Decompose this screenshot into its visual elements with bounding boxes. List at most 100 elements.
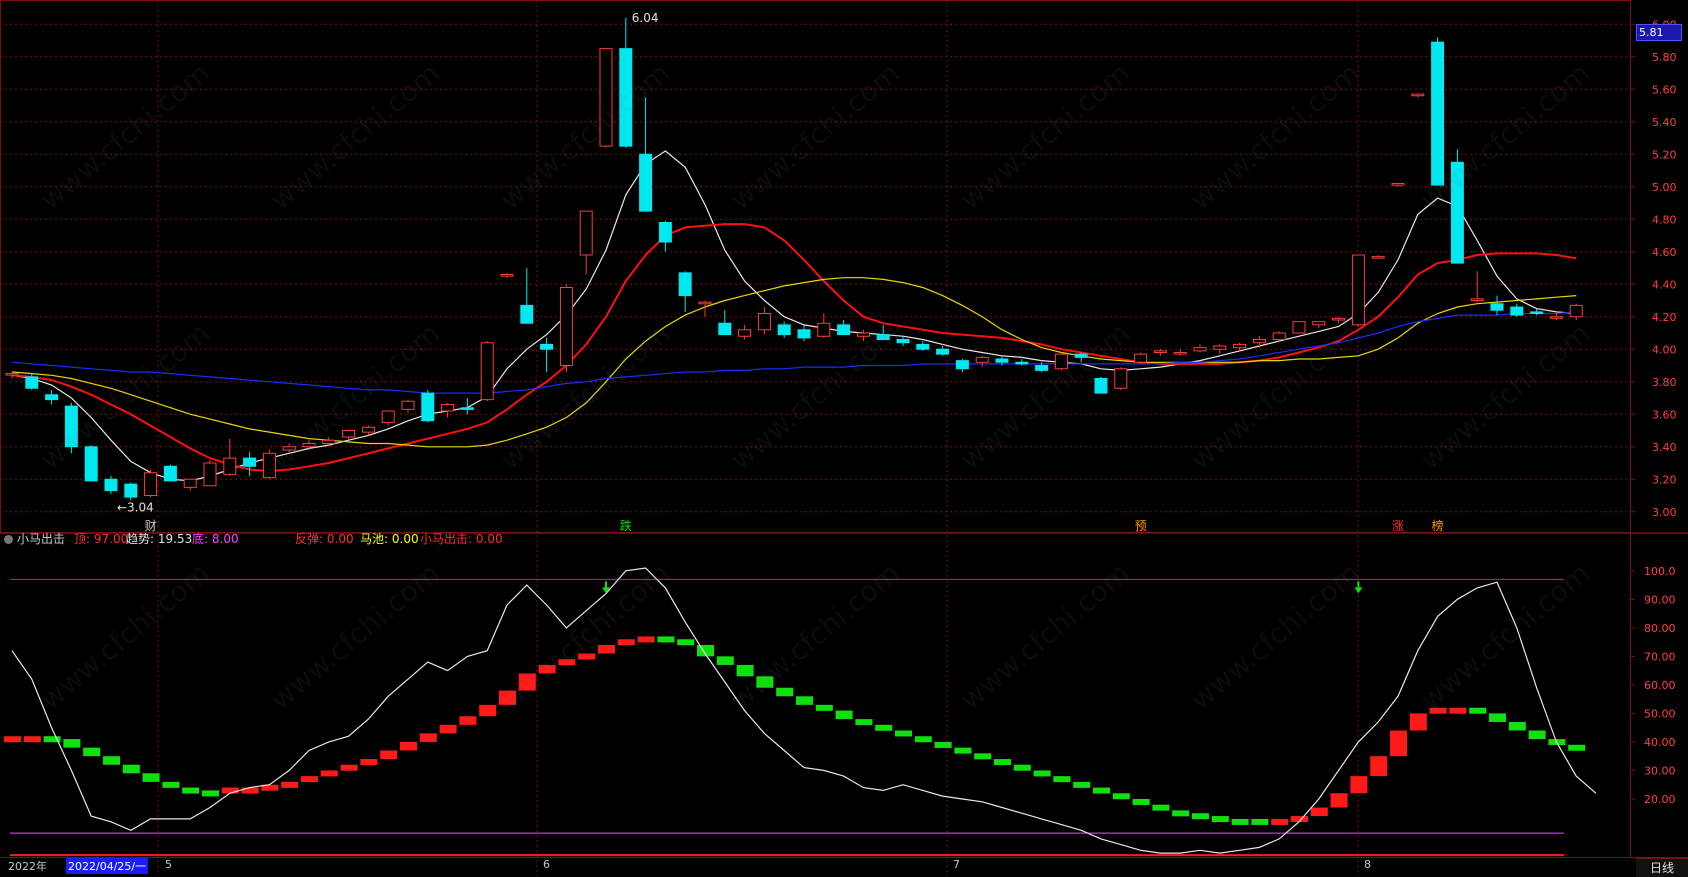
trend-bar: [360, 759, 378, 766]
indicator-tick-label: 20.00: [1644, 793, 1676, 806]
candle-body: [124, 483, 138, 498]
ma-line-ma5: [11, 150, 1577, 482]
candle-body: [1391, 183, 1405, 186]
trend-bar: [954, 747, 972, 754]
year-label: 2022年: [8, 860, 47, 873]
top-signal-arrow: [1354, 581, 1363, 594]
trend-bar: [4, 736, 21, 743]
candle-body: [203, 462, 217, 487]
indicator-tick-label: 50.00: [1644, 707, 1676, 720]
trend-bar: [518, 673, 536, 691]
trend-bar: [301, 776, 318, 783]
candle-body: [1094, 378, 1108, 394]
candle-body: [520, 304, 534, 324]
candle-body: [1074, 353, 1088, 358]
candle-body: [658, 222, 672, 243]
candle-body: [540, 343, 554, 350]
indicator-toggle-icon[interactable]: [4, 535, 13, 544]
price-tick-label: 4.00: [1652, 343, 1677, 356]
trend-bar: [776, 687, 794, 697]
candle-body: [500, 274, 514, 277]
event-marker: 预: [1135, 519, 1147, 533]
trend-bar: [756, 676, 774, 688]
trend-bar: [617, 639, 635, 646]
candle-body: [1450, 161, 1464, 264]
candle-body: [1510, 306, 1524, 316]
trend-bar: [1310, 807, 1328, 817]
candle-body: [282, 446, 296, 451]
candle-body: [1549, 316, 1563, 319]
candle-body: [144, 472, 158, 496]
candle-body: [1351, 254, 1365, 326]
top-signal-arrow: [602, 581, 610, 594]
ma-line-ma10: [11, 223, 1577, 473]
candle-body: [1490, 303, 1504, 311]
trend-bar: [103, 756, 120, 765]
param-value: 97.00: [93, 532, 129, 546]
trend-bar: [1409, 713, 1427, 731]
candle-body: [5, 373, 19, 376]
indicator-param-5: 小马出击: 0.00: [420, 532, 503, 546]
candle-body: [1312, 321, 1326, 326]
candle-body: [84, 446, 98, 482]
month-label: 6: [543, 858, 550, 871]
candle-body: [1371, 256, 1385, 259]
param-label: 反弹: [295, 532, 320, 546]
price-tick-label: 5.80: [1652, 51, 1677, 64]
trend-bar: [974, 753, 992, 760]
trend-bar: [499, 690, 516, 705]
trend-bar: [914, 736, 932, 743]
trend-bar: [855, 719, 873, 726]
trend-bar: [439, 724, 457, 734]
candle-body: [460, 407, 474, 410]
period-button[interactable]: 日线: [1636, 858, 1688, 877]
candle-body: [559, 287, 573, 366]
candle-body: [1252, 339, 1266, 344]
stock-chart: 6.005.805.605.405.205.004.804.604.404.20…: [0, 0, 1688, 876]
candle-body: [302, 443, 316, 448]
trend-bar: [1192, 813, 1209, 820]
candle-body: [1332, 317, 1346, 321]
event-marker: 涨: [1392, 518, 1404, 533]
price-tick-label: 3.00: [1652, 506, 1677, 519]
trend-bar: [241, 787, 259, 794]
candle-body: [1054, 353, 1068, 370]
candle-body: [1114, 368, 1128, 389]
candle-body: [797, 329, 811, 339]
trend-bar: [1132, 798, 1150, 805]
candle-body: [25, 376, 39, 389]
month-label: 5: [165, 858, 172, 871]
candle-body: [1411, 93, 1425, 97]
price-tick-label: 3.80: [1652, 376, 1677, 389]
candle-body: [1272, 332, 1286, 340]
trend-bar: [1251, 818, 1269, 825]
trend-bar: [895, 730, 912, 737]
trend-bar: [1469, 707, 1487, 714]
indicator-tick-label: 90.00: [1644, 593, 1676, 606]
indicator-tick-label: 40.00: [1644, 736, 1676, 749]
candle-body: [678, 272, 692, 297]
candle-body: [837, 324, 851, 336]
candle-body: [480, 342, 494, 401]
param-value: 0.00: [475, 532, 503, 546]
price-tick-label: 5.60: [1652, 83, 1677, 96]
trend-bar: [63, 739, 81, 748]
trend-bar: [202, 790, 219, 797]
indicator-tick-label: 30.00: [1644, 764, 1676, 777]
trend-bar: [142, 773, 160, 782]
candle-body: [163, 465, 177, 482]
candle-body: [698, 301, 712, 305]
trend-bar: [538, 664, 556, 674]
param-label: 趋势: [126, 532, 151, 546]
ma-line-ma30: [11, 277, 1577, 448]
trend-bar: [598, 644, 615, 654]
candle-body: [1193, 347, 1207, 352]
trend-bar: [1449, 707, 1467, 714]
candle-body: [1233, 343, 1247, 349]
param-label: 小马出击: [420, 532, 469, 546]
trend-bar: [875, 724, 893, 731]
candle-body: [876, 334, 890, 340]
candle-body: [45, 394, 59, 401]
candle-body: [1153, 350, 1167, 353]
trend-bar: [677, 639, 695, 646]
